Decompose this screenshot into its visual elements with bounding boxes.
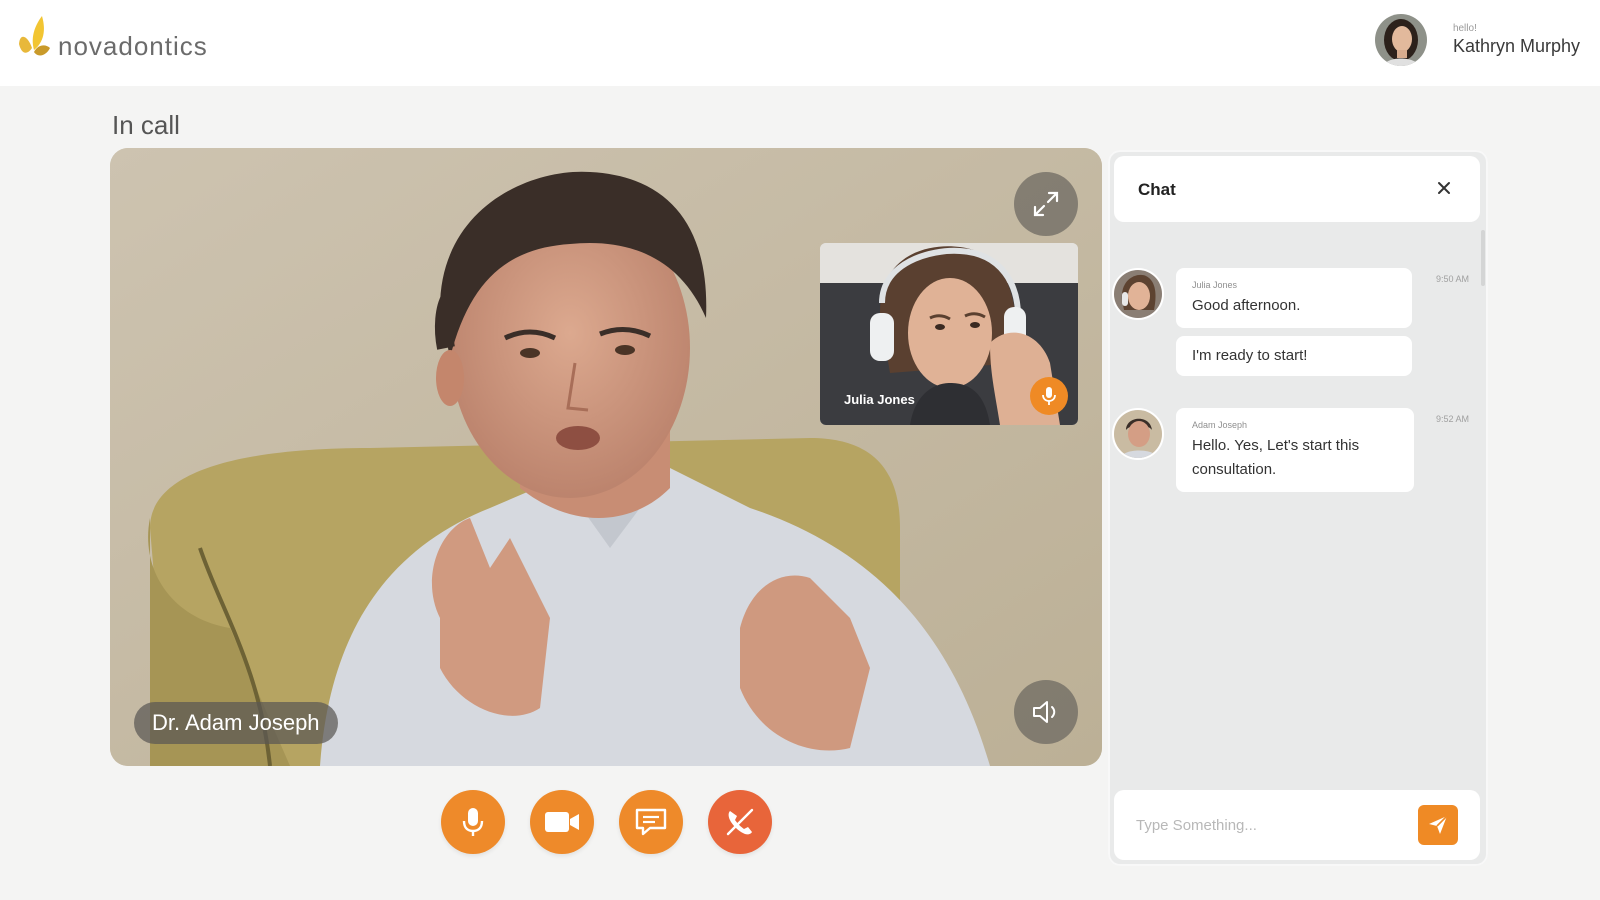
chat-header: Chat — [1114, 156, 1480, 222]
message-text: I'm ready to start! — [1192, 347, 1308, 364]
app-logo[interactable]: novadontics — [16, 14, 208, 62]
chat-bubble: Julia Jones Good afternoon. — [1176, 268, 1412, 328]
video-camera-icon — [545, 812, 579, 832]
toggle-video-button[interactable] — [530, 790, 594, 854]
top-bar: novadontics hello! Kathryn Murphy — [0, 0, 1600, 86]
message-sender: Julia Jones — [1192, 280, 1238, 290]
send-message-button[interactable] — [1418, 805, 1458, 845]
chat-bubble: Adam Joseph Hello. Yes, Let's start this… — [1176, 408, 1414, 492]
message-sender: Adam Joseph — [1192, 420, 1248, 430]
speaker-icon — [1033, 701, 1056, 723]
main-video-feed — [110, 148, 1102, 766]
message-text: Good afternoon. — [1192, 297, 1301, 314]
end-call-button[interactable] — [708, 790, 772, 854]
page-title: In call — [112, 110, 180, 140]
user-info: hello! Kathryn Murphy — [1453, 23, 1580, 57]
sender-avatar — [1112, 268, 1164, 320]
user-name: Kathryn Murphy — [1452, 36, 1580, 56]
main-video: Julia Jones Dr. Adam Joseph — [110, 148, 1102, 766]
fullscreen-button[interactable] — [1014, 172, 1078, 236]
message-text: Hello. Yes, Let's start this — [1192, 437, 1360, 454]
send-icon — [1429, 815, 1448, 834]
main-participant-name: Dr. Adam Joseph — [134, 702, 338, 744]
call-controls — [441, 790, 772, 854]
chat-message-input[interactable] — [1136, 808, 1396, 842]
self-view-name: Julia Jones — [844, 392, 915, 407]
sender-avatar — [1112, 408, 1164, 460]
logo-wordmark: novadontics — [58, 30, 208, 61]
chat-icon — [635, 808, 667, 836]
chat-panel: Chat Julia Jones Good afternoon. I'm rea… — [1108, 150, 1488, 866]
chat-message: Julia Jones Good afternoon. I'm ready to… — [1112, 268, 1482, 388]
chat-bubble: I'm ready to start! — [1176, 336, 1412, 376]
mic-icon — [462, 808, 484, 836]
message-time: 9:50 AM — [1436, 274, 1470, 284]
mute-mic-button[interactable] — [441, 790, 505, 854]
user-profile[interactable]: hello! Kathryn Murphy — [1374, 14, 1580, 66]
mic-icon — [1042, 387, 1056, 405]
close-icon — [1438, 182, 1450, 194]
chat-title: Chat — [1138, 180, 1176, 199]
message-time: 9:52 AM — [1436, 414, 1470, 424]
logo-mark-icon — [19, 16, 50, 56]
chat-message: Adam Joseph Hello. Yes, Let's start this… — [1112, 408, 1482, 498]
end-call-icon — [726, 808, 754, 836]
self-view-video[interactable]: Julia Jones — [820, 243, 1078, 425]
expand-icon — [1033, 191, 1059, 217]
self-view-mic-indicator[interactable] — [1030, 377, 1068, 415]
user-avatar[interactable] — [1374, 14, 1427, 66]
speaker-button[interactable] — [1014, 680, 1078, 744]
chat-composer — [1114, 790, 1480, 860]
user-greeting: hello! — [1452, 23, 1477, 34]
message-text: consultation. — [1192, 461, 1277, 478]
close-chat-button[interactable] — [1434, 178, 1454, 198]
toggle-chat-button[interactable] — [619, 790, 683, 854]
